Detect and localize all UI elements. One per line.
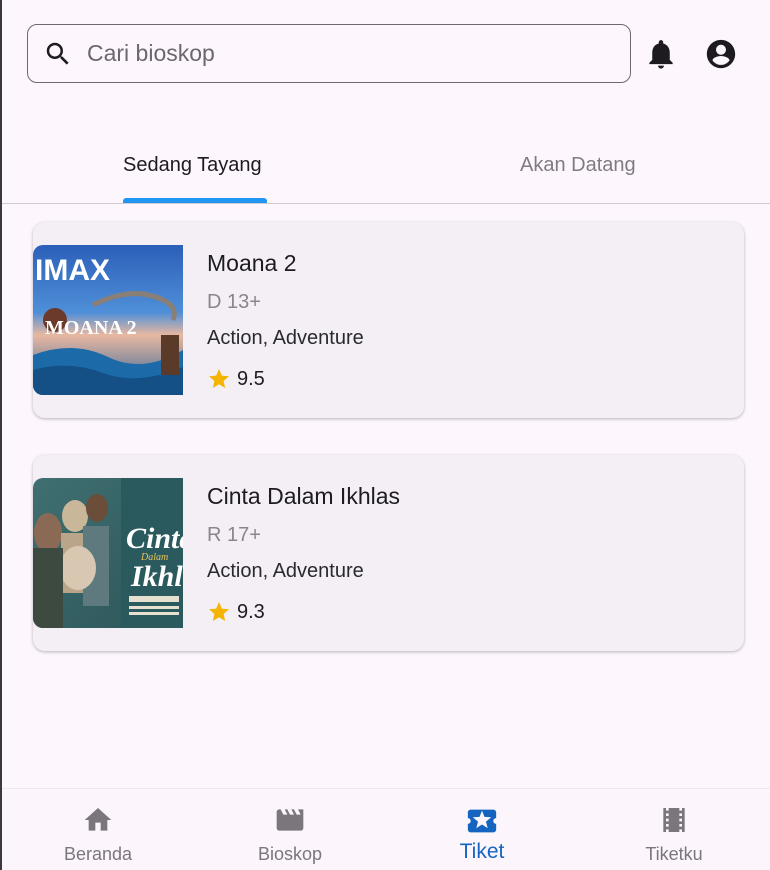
search-input[interactable]	[87, 40, 567, 67]
star-icon	[209, 369, 229, 388]
poster-logo-text: Cinta	[126, 522, 183, 555]
nav-label: Beranda	[63, 844, 133, 864]
tab-akan-datang[interactable]: Akan Datang	[520, 154, 636, 177]
movie-poster: IMAX MOANA 2	[33, 245, 183, 395]
nav-label: Bioskop	[257, 844, 323, 864]
star-icon	[209, 602, 229, 621]
movie-score: 9.5	[207, 367, 265, 391]
movie-genre: Action, Adventure	[207, 327, 364, 349]
movie-title: Moana 2	[207, 250, 297, 276]
movie-card[interactable]: IMAX MOANA 2 Moana 2 D 13+ Action, Adven…	[33, 222, 744, 418]
notification-bell-icon[interactable]	[647, 38, 675, 70]
nav-bioskop[interactable]: Bioskop	[194, 789, 386, 870]
score-value: 9.5	[237, 367, 265, 390]
bottom-navigation: Beranda Bioskop Tiket Tiketku	[2, 788, 770, 870]
score-value: 9.3	[237, 600, 265, 623]
account-circle-icon[interactable]	[704, 37, 738, 71]
nav-beranda[interactable]: Beranda	[2, 789, 194, 870]
search-icon	[46, 42, 69, 65]
nav-tiket[interactable]: Tiket	[386, 789, 578, 870]
film-strip-icon	[663, 808, 685, 832]
search-bar[interactable]	[27, 24, 631, 83]
movie-poster: Cinta Dalam Ikhlas	[33, 478, 183, 628]
movie-card[interactable]: Cinta Dalam Ikhlas Cinta Dalam Ikhlas R …	[33, 455, 744, 651]
tab-sedang-tayang[interactable]: Sedang Tayang	[123, 154, 262, 177]
movie-title: Cinta Dalam Ikhlas	[207, 483, 401, 509]
age-rating: D 13+	[207, 291, 261, 313]
top-bar	[2, 0, 770, 110]
ticket-star-icon	[467, 809, 497, 833]
nav-tiketku[interactable]: Tiketku	[578, 789, 770, 870]
age-rating: R 17+	[207, 524, 261, 546]
tab-indicator	[123, 198, 267, 203]
nav-label: Tiket	[459, 840, 505, 863]
poster-imax-text: IMAX	[35, 254, 110, 287]
poster-logo-text-2: Ikhlas	[130, 560, 183, 593]
movie-tabs: Sedang Tayang Akan Datang	[2, 130, 770, 204]
poster-logo-text: MOANA 2	[45, 317, 137, 339]
movie-genre: Action, Adventure	[207, 560, 364, 582]
movie-score: 9.3	[207, 600, 265, 624]
home-icon	[84, 808, 112, 831]
nav-label: Tiketku	[645, 844, 703, 864]
clapperboard-icon	[276, 809, 304, 831]
